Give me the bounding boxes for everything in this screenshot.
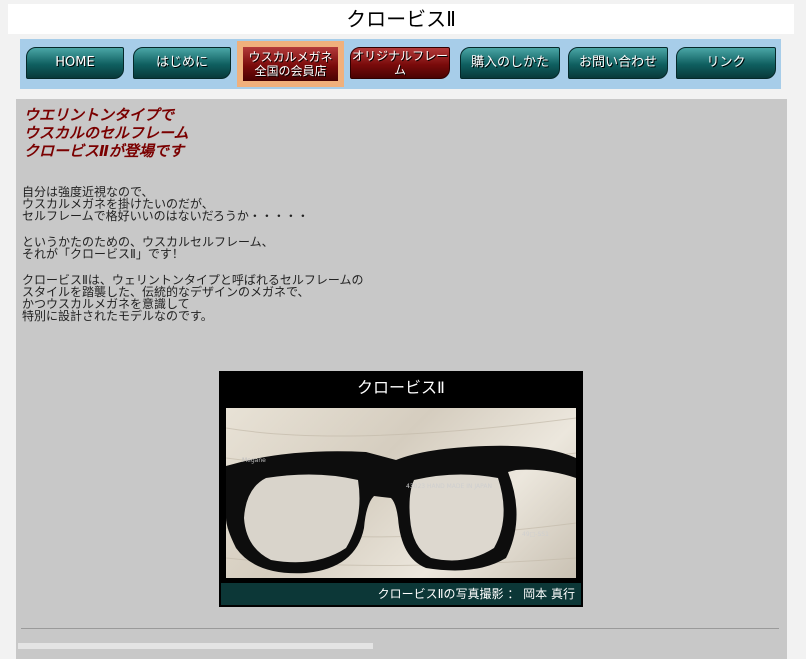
nav-member-stores-button[interactable]: ウスカルメガネ 全国の会員店 <box>237 41 344 87</box>
headline-line: ウエリントンタイプで <box>24 106 175 124</box>
photo-box: クロービスⅡ 43023 HAND MADE IN JAPAN Megane 4… <box>219 371 583 607</box>
nav-bar: HOME はじめに ウスカルメガネ 全国の会員店 オリジナルフレーム 購入のしか… <box>20 39 781 89</box>
photo-caption: クロービスⅡの写真撮影 ： 岡本 真行 <box>221 583 581 605</box>
paragraph: 自分は強度近視なので、 ウスカルメガネを掛けたいのだが、 セルフレームで格好いい… <box>22 186 364 222</box>
headline: ウエリントンタイプで ウスカルのセルフレーム クロービスⅡが登場です <box>24 106 189 160</box>
nav-links-button[interactable]: リンク <box>676 47 776 79</box>
body-text: 自分は強度近視なので、 ウスカルメガネを掛けたいのだが、 セルフレームで格好いい… <box>22 186 364 336</box>
divider <box>21 628 779 629</box>
glasses-photo: 43023 HAND MADE IN JAPAN Megane 49□-SS1 <box>226 408 576 578</box>
main-content: ウエリントンタイプで ウスカルのセルフレーム クロービスⅡが登場です 自分は強度… <box>16 99 787 659</box>
frame-text: 43023 HAND MADE IN JAPAN <box>406 483 492 490</box>
page-title: クロービスⅡ <box>8 4 794 34</box>
paragraph: というかたのための、ウスカルセルフレーム、 それが「クロービスⅡ」です！ <box>22 236 364 260</box>
paragraph: クロービスⅡは、ウェリントンタイプと呼ばれるセルフレームの スタイルを踏襲した、… <box>22 274 364 322</box>
nav-home-button[interactable]: HOME <box>26 47 124 79</box>
glasses-illustration: 43023 HAND MADE IN JAPAN Megane 49□-SS1 <box>226 417 576 574</box>
bottom-bar <box>18 643 373 649</box>
nav-original-frame-button[interactable]: オリジナルフレーム <box>350 47 450 79</box>
nav-contact-button[interactable]: お問い合わせ <box>568 47 668 79</box>
nav-how-to-buy-button[interactable]: 購入のしかた <box>460 47 560 79</box>
text-line: それが「クロービスⅡ」です！ <box>22 247 184 261</box>
headline-line: クロービスⅡが登場です <box>24 142 184 160</box>
nav-intro-button[interactable]: はじめに <box>133 47 231 79</box>
frame-size-text: 49□-SS1 <box>522 531 549 538</box>
headline-line: ウスカルのセルフレーム <box>24 124 189 142</box>
text-line: セルフレームで格好いいのはないだろうか・・・・・ <box>22 209 309 223</box>
frame-side-text: Megane <box>242 457 266 464</box>
photo-title: クロービスⅡ <box>357 378 445 397</box>
text-line: 特別に設計されたモデルなのです。 <box>22 309 213 323</box>
